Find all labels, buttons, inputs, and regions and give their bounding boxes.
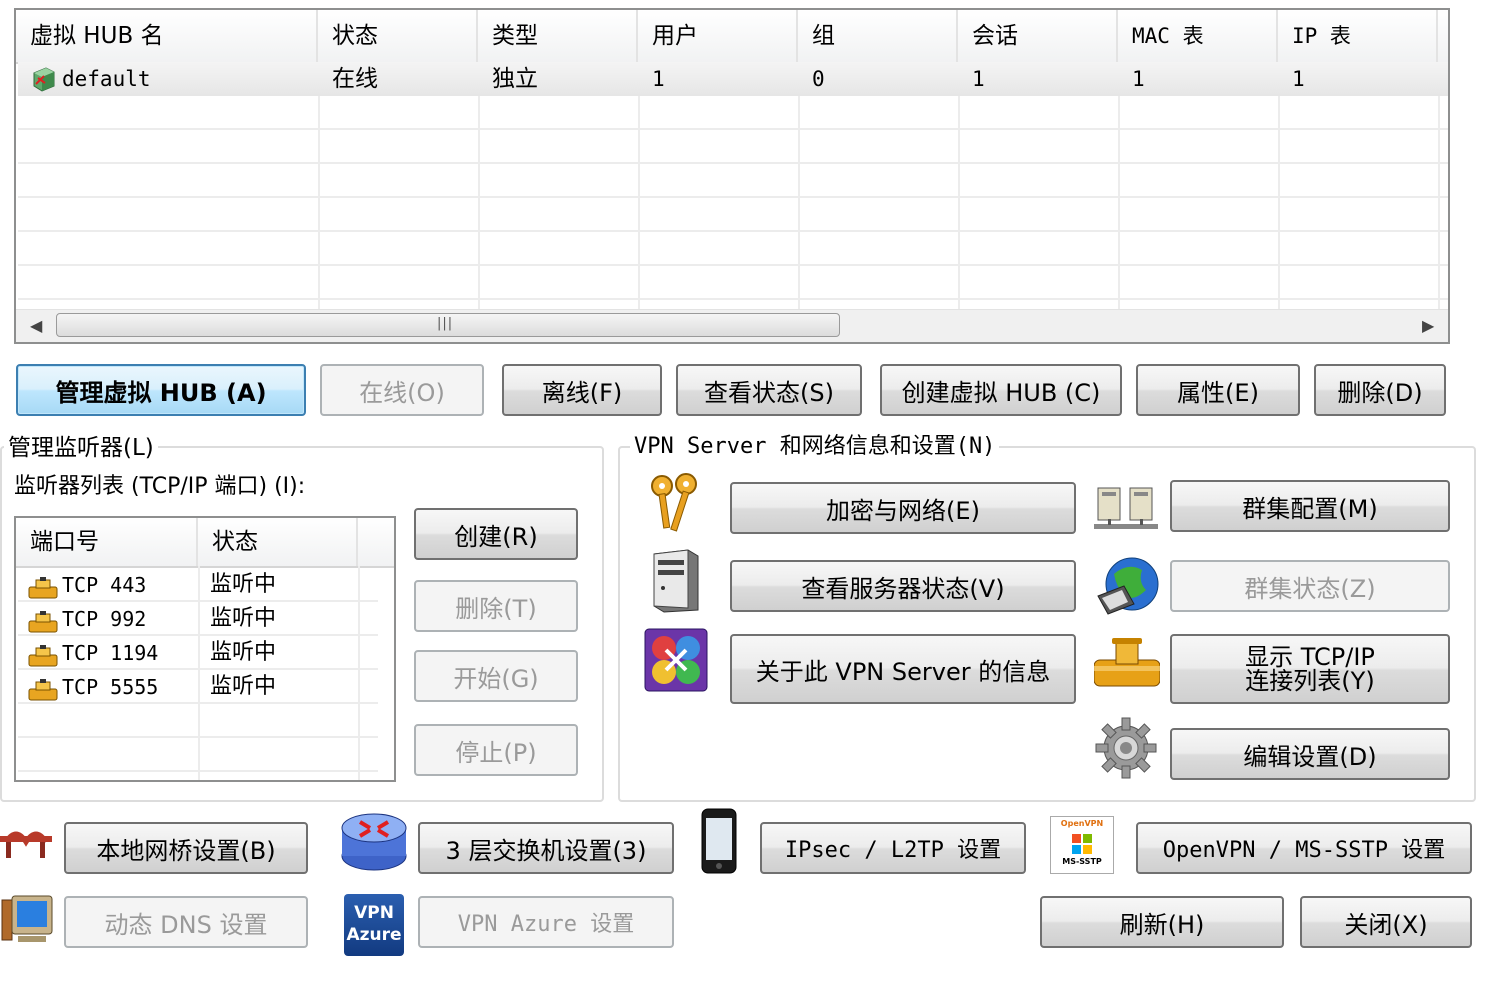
hub-status-cell: 在线	[332, 66, 378, 92]
vpn-azure-button[interactable]: VPN Azure 设置	[418, 896, 674, 948]
cluster-servers-icon	[1094, 482, 1158, 534]
col-sessions[interactable]: 会话	[958, 10, 1118, 62]
encryption-network-button[interactable]: 加密与网络(E)	[730, 482, 1076, 534]
hub-ip-cell: 1	[1292, 67, 1305, 91]
tcp-pipe-icon	[1093, 638, 1161, 694]
bridge-icon	[0, 822, 52, 862]
hub-list-header: 虚拟 HUB 名 状态 类型 用户 组 会话 MAC 表 IP 表	[16, 10, 1448, 64]
scroll-right-icon[interactable]: ▶	[1422, 316, 1434, 335]
hub-name-cell: default	[62, 67, 151, 91]
tcp-connections-line2: 连接列表(Y)	[1245, 667, 1375, 695]
globe-laptop-icon	[1094, 556, 1160, 618]
col-ip-table[interactable]: IP 表	[1278, 10, 1438, 62]
col-users[interactable]: 用户	[638, 10, 798, 62]
online-button[interactable]: 在线(O)	[320, 364, 484, 416]
server-info-group-title: VPN Server 和网络信息和设置(N)	[630, 428, 1000, 460]
listener-group-title: 管理监听器(L)	[4, 428, 158, 462]
col-port[interactable]: 端口号	[16, 518, 198, 566]
vpn-azure-icon: VPN Azure	[344, 894, 404, 956]
close-button[interactable]: 关闭(X)	[1300, 896, 1472, 948]
ipsec-l2tp-button[interactable]: IPsec / L2TP 设置	[760, 822, 1026, 874]
local-bridge-button[interactable]: 本地网桥设置(B)	[64, 822, 308, 874]
view-server-status-button[interactable]: 查看服务器状态(V)	[730, 560, 1076, 612]
about-server-button[interactable]: 关于此 VPN Server 的信息	[730, 634, 1076, 704]
listener-list-label: 监听器列表 (TCP/IP 端口) (I):	[14, 474, 306, 499]
openvpn-logo-bottom-text: MS-SSTP	[1062, 857, 1102, 866]
listener-port-icon	[28, 644, 58, 667]
cluster-status-button[interactable]: 群集状态(Z)	[1170, 560, 1450, 612]
delete-hub-button[interactable]: 删除(D)	[1314, 364, 1446, 416]
about-info-icon	[644, 628, 708, 692]
offline-button[interactable]: 离线(F)	[502, 364, 662, 416]
properties-button[interactable]: 属性(E)	[1136, 364, 1300, 416]
col-type[interactable]: 类型	[478, 10, 638, 62]
listener-list[interactable]: 端口号 状态 TCP 443 监听中 TCP 992 监听中 TCP 1194 …	[14, 516, 396, 782]
openvpn-logo-top-text: OpenVPN	[1060, 819, 1104, 828]
listener-row[interactable]: TCP 443 监听中	[18, 568, 378, 602]
listener-port: TCP 5555	[62, 675, 159, 699]
listener-status: 监听中	[210, 674, 277, 699]
scroll-left-icon[interactable]: ◀	[30, 316, 42, 335]
view-status-button[interactable]: 查看状态(S)	[676, 364, 862, 416]
refresh-button[interactable]: 刷新(H)	[1040, 896, 1284, 948]
scrollbar-thumb[interactable]: |||	[56, 313, 840, 337]
col-hub-name[interactable]: 虚拟 HUB 名	[16, 10, 318, 62]
keys-icon	[644, 472, 708, 538]
hub-users-cell: 1	[652, 67, 665, 91]
col-mac-table[interactable]: MAC 表	[1118, 10, 1278, 62]
gear-icon	[1094, 716, 1158, 780]
router-icon	[340, 808, 408, 874]
listener-status: 监听中	[210, 572, 277, 597]
edit-config-button[interactable]: 编辑设置(D)	[1170, 728, 1450, 780]
listener-port-icon	[28, 610, 58, 633]
manage-hub-button[interactable]: 管理虚拟 HUB (A)	[16, 364, 306, 416]
col-groups[interactable]: 组	[798, 10, 958, 62]
listener-list-header: 端口号 状态	[16, 518, 394, 568]
listener-port: TCP 992	[62, 607, 147, 631]
listener-port-icon	[28, 678, 58, 701]
computer-monitor-icon	[0, 894, 54, 948]
horizontal-scrollbar[interactable]: ◀ ||| ▶	[16, 309, 1448, 342]
col-status[interactable]: 状态	[318, 10, 478, 62]
vpn-azure-icon-line1: VPN	[354, 903, 394, 923]
tcp-connections-line1: 显示 TCP/IP	[1245, 643, 1375, 671]
hub-row-default[interactable]: default 在线 独立 1 0 1 1 1	[18, 62, 1448, 96]
col-listener-status[interactable]: 状态	[198, 518, 358, 566]
create-hub-button[interactable]: 创建虚拟 HUB (C)	[880, 364, 1122, 416]
create-listener-button[interactable]: 创建(R)	[414, 508, 578, 560]
hub-sessions-cell: 1	[972, 67, 985, 91]
listener-port: TCP 1194	[62, 641, 159, 665]
cluster-config-button[interactable]: 群集配置(M)	[1170, 480, 1450, 532]
listener-status: 监听中	[210, 640, 277, 665]
server-tower-icon	[648, 548, 702, 614]
stop-listener-button[interactable]: 停止(P)	[414, 724, 578, 776]
listener-port-icon	[28, 576, 58, 599]
dynamic-dns-button[interactable]: 动态 DNS 设置	[64, 896, 308, 948]
start-listener-button[interactable]: 开始(G)	[414, 650, 578, 702]
hub-list[interactable]: 虚拟 HUB 名 状态 类型 用户 组 会话 MAC 表 IP 表 defaul…	[14, 8, 1450, 344]
listener-port: TCP 443	[62, 573, 147, 597]
hub-mac-cell: 1	[1132, 67, 1145, 91]
smartphone-icon	[700, 808, 738, 874]
l3-switch-button[interactable]: 3 层交换机设置(3)	[418, 822, 674, 874]
listener-row[interactable]: TCP 1194 监听中	[18, 636, 378, 670]
tcp-connections-button[interactable]: 显示 TCP/IP 连接列表(Y)	[1170, 634, 1450, 704]
hub-type-cell: 独立	[492, 66, 538, 92]
openvpn-logo-icon: OpenVPN MS-SSTP	[1050, 816, 1114, 874]
listener-row[interactable]: TCP 5555 监听中	[18, 670, 378, 704]
listener-status: 监听中	[210, 606, 277, 631]
delete-listener-button[interactable]: 删除(T)	[414, 580, 578, 632]
hub-groups-cell: 0	[812, 67, 825, 91]
openvpn-sstp-button[interactable]: OpenVPN / MS-SSTP 设置	[1136, 822, 1472, 874]
listener-row[interactable]: TCP 992 监听中	[18, 602, 378, 636]
vpn-azure-icon-line2: Azure	[346, 925, 402, 945]
